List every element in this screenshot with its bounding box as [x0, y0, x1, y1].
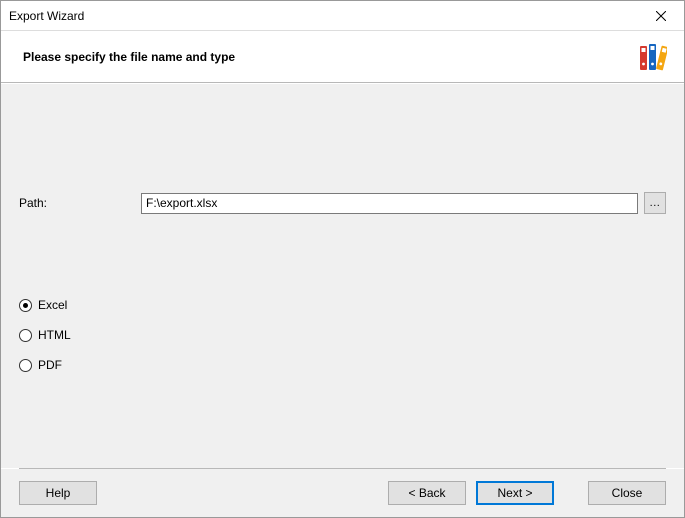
radio-label: HTML — [38, 328, 71, 342]
path-row: Path: ... — [19, 192, 666, 214]
browse-button[interactable]: ... — [644, 192, 666, 214]
format-radio-group: Excel HTML PDF — [19, 298, 71, 372]
radio-icon — [19, 299, 32, 312]
help-button[interactable]: Help — [19, 481, 97, 505]
window-close-button[interactable] — [638, 1, 684, 31]
radio-icon — [19, 359, 32, 372]
back-button[interactable]: < Back — [388, 481, 466, 505]
radio-label: Excel — [38, 298, 67, 312]
next-button[interactable]: Next > — [476, 481, 554, 505]
radio-excel[interactable]: Excel — [19, 298, 71, 312]
instruction-text: Please specify the file name and type — [23, 50, 638, 64]
titlebar: Export Wizard — [1, 1, 684, 31]
wizard-content: Path: ... Excel HTML PDF — [1, 83, 684, 468]
books-icon — [638, 40, 668, 74]
path-label: Path: — [19, 196, 141, 210]
radio-label: PDF — [38, 358, 62, 372]
wizard-footer: Help < Back Next > Close — [1, 469, 684, 517]
window-title: Export Wizard — [9, 9, 638, 23]
radio-icon — [19, 329, 32, 342]
export-wizard-window: Export Wizard Please specify the file na… — [0, 0, 685, 518]
radio-pdf[interactable]: PDF — [19, 358, 71, 372]
radio-html[interactable]: HTML — [19, 328, 71, 342]
close-button[interactable]: Close — [588, 481, 666, 505]
path-input[interactable] — [141, 193, 638, 214]
wizard-header: Please specify the file name and type — [1, 31, 684, 83]
close-icon — [656, 11, 666, 21]
